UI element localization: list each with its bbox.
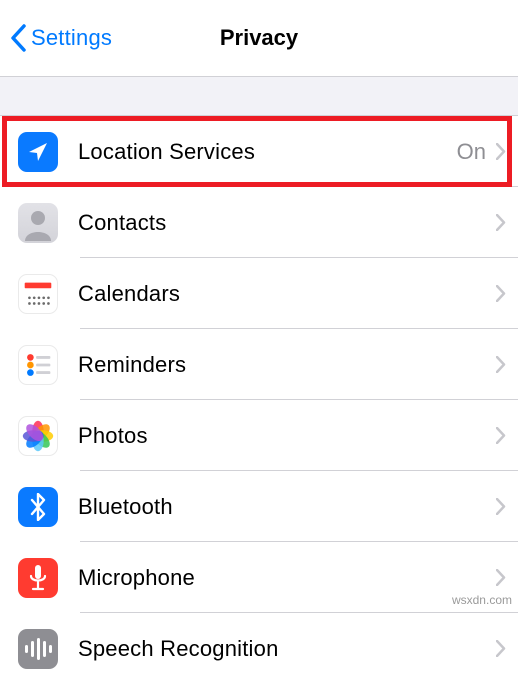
row-calendars[interactable]: Calendars [0, 258, 518, 329]
chevron-right-icon [496, 214, 506, 231]
photos-icon [18, 416, 58, 456]
chevron-right-icon [496, 427, 506, 444]
bluetooth-icon [18, 487, 58, 527]
microphone-icon [18, 558, 58, 598]
calendar-icon [18, 274, 58, 314]
row-microphone[interactable]: Microphone [0, 542, 518, 613]
chevron-right-icon [496, 143, 506, 160]
row-photos[interactable]: Photos [0, 400, 518, 471]
row-label: Speech Recognition [78, 636, 496, 662]
contacts-icon [18, 203, 58, 243]
speech-icon [18, 629, 58, 669]
back-label: Settings [31, 25, 112, 51]
row-bluetooth[interactable]: Bluetooth [0, 471, 518, 542]
chevron-right-icon [496, 640, 506, 657]
row-label: Bluetooth [78, 494, 496, 520]
chevron-right-icon [496, 285, 506, 302]
row-label: Reminders [78, 352, 496, 378]
chevron-right-icon [496, 498, 506, 515]
row-status: On [457, 139, 486, 165]
section-gap [0, 76, 518, 116]
row-label: Calendars [78, 281, 496, 307]
page-title: Privacy [220, 25, 298, 51]
row-label: Microphone [78, 565, 496, 591]
row-label: Photos [78, 423, 496, 449]
row-label: Contacts [78, 210, 496, 236]
location-icon [18, 132, 58, 172]
reminders-icon [18, 345, 58, 385]
watermark: wsxdn.com [452, 593, 512, 607]
chevron-right-icon [496, 356, 506, 373]
row-label: Location Services [78, 139, 457, 165]
chevron-right-icon [496, 569, 506, 586]
row-contacts[interactable]: Contacts [0, 187, 518, 258]
back-button[interactable]: Settings [10, 24, 112, 52]
row-speech-recognition[interactable]: Speech Recognition [0, 613, 518, 684]
back-chevron-icon [10, 24, 27, 52]
row-reminders[interactable]: Reminders [0, 329, 518, 400]
row-location-services[interactable]: Location Services On [0, 116, 518, 187]
nav-bar: Settings Privacy [0, 0, 518, 76]
